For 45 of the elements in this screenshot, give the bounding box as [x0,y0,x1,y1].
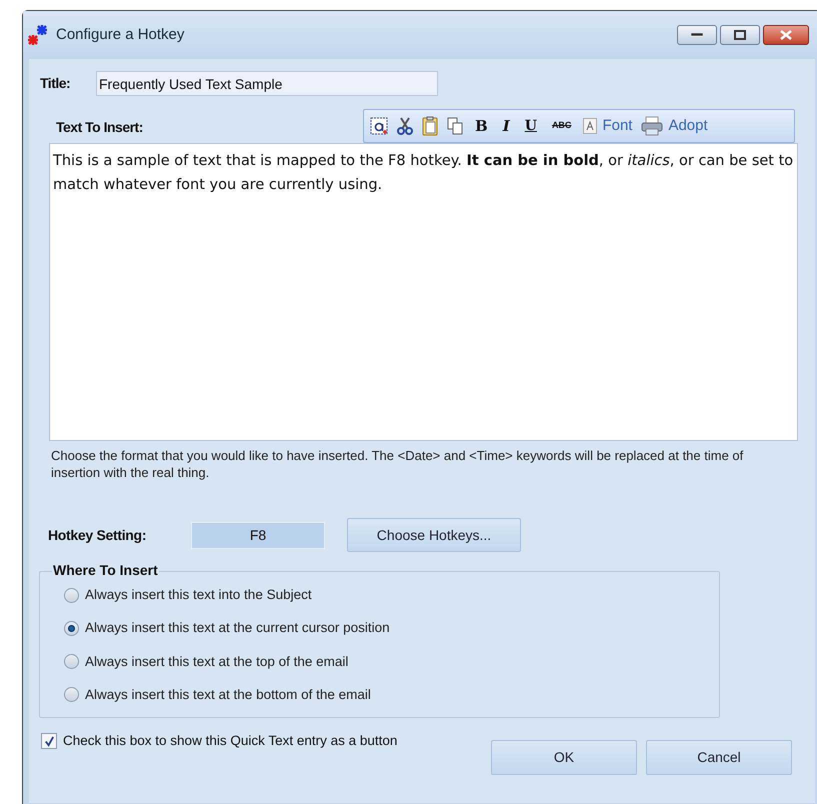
strikethrough-button[interactable]: ABC [548,119,574,133]
copy-button[interactable] [447,117,463,135]
underline-button[interactable]: U [522,116,540,136]
printer-icon [641,116,664,136]
show-as-button-checkbox[interactable] [41,733,57,750]
select-all-button[interactable] [370,117,388,135]
close-button[interactable] [763,25,809,45]
radio-button[interactable] [64,588,79,603]
help-text: Choose the format that you would like to have inserted. The <Date> and <Time> keywords will be replaced at the time of insertion with the real thing. [51,447,744,481]
adopt-button[interactable]: Adopt [641,114,708,138]
title-label: Title: [40,74,72,93]
app-icon [26,24,50,46]
window-title: Configure a Hotkey [56,24,184,45]
checkmark-icon [44,736,54,747]
ok-button[interactable]: OK [491,740,637,775]
radio-button[interactable] [64,654,79,670]
clipboard-icon [422,116,438,136]
choose-hotkeys-button[interactable]: Choose Hotkeys... [347,518,521,552]
cancel-button[interactable]: Cancel [646,740,792,775]
minimize-icon [691,33,703,37]
show-as-button-label: Check this box to show this Quick Text entry as a button [63,732,398,750]
maximize-icon [734,30,746,40]
letter-a-icon [583,118,598,134]
radio-label: Always insert this text into the Subject [85,586,312,604]
scissors-icon [397,117,413,135]
text-to-insert-label: Text To Insert: [56,118,143,137]
radio-label: Always insert this text at the bottom of the email [85,686,371,704]
italic-button[interactable]: I [500,114,513,138]
close-icon [780,30,792,40]
title-field[interactable]: Frequently Used Text Sample [96,71,438,96]
bold-button[interactable]: B [472,114,491,138]
scissors-button[interactable] [397,117,413,135]
radio-button[interactable] [64,687,79,702]
maximize-button[interactable] [720,25,760,45]
minimize-button[interactable] [677,25,717,45]
font-button[interactable]: Font [583,114,632,138]
radio-button[interactable] [64,620,79,636]
hotkey-field: F8 [191,522,325,548]
text-editor[interactable]: This is a sample of text that is mapped to the F8 hotkey. It can be in bold, or italics, or can be set to match whatever font you are currently using. [49,143,798,441]
select-all-icon [370,117,388,135]
copy-icon [447,117,463,135]
radio-label: Always insert this text at the current cursor position [85,619,390,638]
hotkey-setting-label: Hotkey Setting: [48,526,148,545]
radio-label: Always insert this text at the top of the email [85,652,348,671]
clipboard-button[interactable] [422,116,438,136]
